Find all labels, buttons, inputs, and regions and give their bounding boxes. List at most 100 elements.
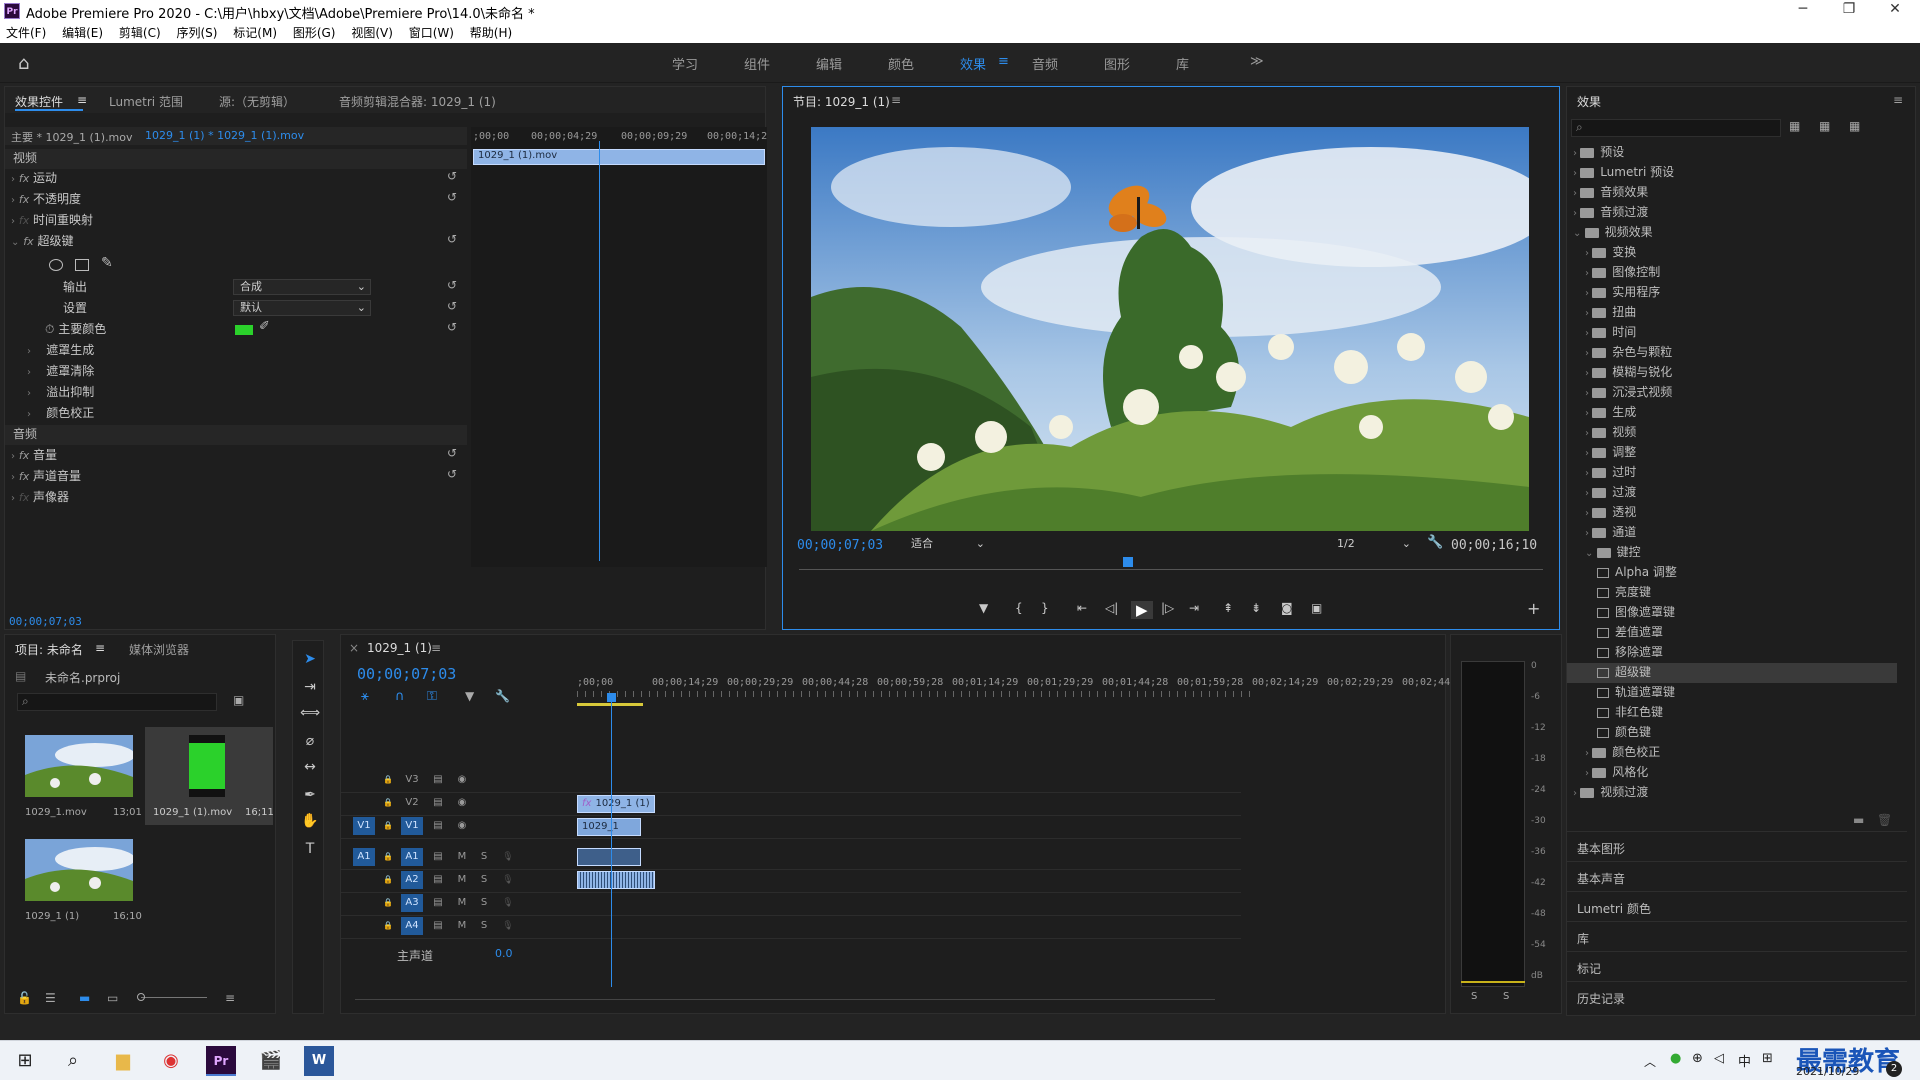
effects-folder[interactable]: › 通道: [1567, 523, 1897, 543]
reset-icon[interactable]: ↺: [447, 467, 457, 481]
track-visibility-eye-icon[interactable]: ◉: [451, 817, 473, 835]
effects-folder[interactable]: › 过时: [1567, 463, 1897, 483]
chevron-right-icon[interactable]: ›: [1585, 388, 1592, 399]
effect-volume[interactable]: › fx 音量: [5, 446, 57, 466]
reset-icon[interactable]: ↺: [447, 169, 457, 183]
effect-item[interactable]: 差值遮罩: [1567, 623, 1897, 643]
panel-menu-icon[interactable]: ≡: [77, 93, 87, 107]
timeline-clip-v1[interactable]: 1029_1: [577, 818, 641, 836]
word-icon[interactable]: W: [304, 1046, 334, 1076]
chevron-right-icon[interactable]: ›: [1573, 788, 1580, 799]
source-patch-v1[interactable]: V1: [353, 817, 375, 835]
effects-folder[interactable]: › 扭曲: [1567, 303, 1897, 323]
compare-icon[interactable]: ▣: [1311, 601, 1322, 615]
notification-badge[interactable]: 2: [1886, 1061, 1902, 1077]
effect-item[interactable]: 亮度键: [1567, 583, 1897, 603]
track-solo-button[interactable]: S: [473, 917, 495, 935]
menu-marker[interactable]: 标记(M): [227, 22, 283, 43]
lift-icon[interactable]: ⇞: [1223, 601, 1233, 615]
chevron-right-icon[interactable]: ›: [1585, 488, 1592, 499]
group-spill-suppression[interactable]: › 溢出抑制: [27, 383, 94, 403]
workspace-learn[interactable]: 学习: [672, 54, 698, 73]
effects-folder-keying[interactable]: ⌄ 键控: [1567, 543, 1897, 563]
program-title[interactable]: 节目: 1029_1 (1): [793, 93, 890, 110]
selection-tool-icon[interactable]: ➤: [299, 651, 321, 673]
program-video-frame[interactable]: [811, 127, 1529, 531]
effect-opacity[interactable]: › fx 不透明度: [5, 190, 81, 210]
workspace-effects[interactable]: 效果: [960, 54, 986, 73]
panel-lumetri-color[interactable]: Lumetri 颜色: [1567, 891, 1907, 921]
effect-item[interactable]: 图像遮罩键: [1567, 603, 1897, 623]
button-editor-plus-icon[interactable]: +: [1527, 599, 1540, 618]
workspace-editing[interactable]: 编辑: [816, 54, 842, 73]
panel-essential-sound[interactable]: 基本声音: [1567, 861, 1907, 891]
track-solo-button[interactable]: S: [473, 894, 495, 912]
chevron-down-icon[interactable]: ⌄: [1585, 548, 1597, 559]
chevron-right-icon[interactable]: ›: [1585, 348, 1592, 359]
effects-search-input[interactable]: ⌕: [1571, 119, 1781, 137]
tray-overflow-icon[interactable]: ︿: [1644, 1053, 1656, 1070]
track-visibility-eye-icon[interactable]: ◉: [451, 794, 473, 812]
ellipse-mask-icon[interactable]: [49, 259, 63, 271]
chevron-right-icon[interactable]: ›: [1585, 288, 1592, 299]
chevron-right-icon[interactable]: ›: [1585, 268, 1592, 279]
sequence-clip-label[interactable]: 1029_1 (1) * 1029_1 (1).mov: [145, 129, 304, 142]
play-icon[interactable]: ▶: [1131, 601, 1153, 619]
workspace-audio[interactable]: 音频: [1032, 54, 1058, 73]
hand-tool-icon[interactable]: ✋: [299, 813, 321, 835]
master-track-volume[interactable]: 0.0: [495, 947, 513, 960]
track-mute-button[interactable]: M: [451, 894, 473, 912]
effects-title[interactable]: 效果: [1577, 93, 1601, 110]
workspace-overflow-icon[interactable]: ≫: [1250, 54, 1264, 69]
effect-item[interactable]: 颜色键: [1567, 723, 1897, 743]
chevron-right-icon[interactable]: ›: [1573, 188, 1580, 199]
freeform-view-icon[interactable]: ▭: [107, 991, 118, 1005]
pen-mask-icon[interactable]: ✎: [101, 255, 113, 271]
search-icon[interactable]: ⌕: [58, 1046, 88, 1076]
voiceover-mic-icon[interactable]: 🎙: [497, 871, 519, 889]
effects-folder[interactable]: › Lumetri 预设: [1567, 163, 1897, 183]
track-mute-button[interactable]: M: [451, 848, 473, 866]
track-target-v3[interactable]: V3: [401, 771, 423, 789]
effect-ultra-key[interactable]: ⌄ fx 超级键: [5, 232, 73, 252]
track-lock-icon[interactable]: 🔒: [377, 848, 399, 866]
sync-lock-icon[interactable]: ▤: [427, 794, 449, 812]
track-mute-button[interactable]: M: [451, 917, 473, 935]
chevron-right-icon[interactable]: ›: [1585, 408, 1592, 419]
effects-folder[interactable]: › 杂色与颗粒: [1567, 343, 1897, 363]
track-target-a1[interactable]: A1: [401, 848, 423, 866]
effect-time-remap[interactable]: › fx 时间重映射: [5, 211, 93, 231]
effects-folder[interactable]: › 风格化: [1567, 763, 1897, 783]
sync-lock-icon[interactable]: ▤: [427, 848, 449, 866]
chevron-right-icon[interactable]: ›: [1585, 528, 1592, 539]
effects-folder[interactable]: › 预设: [1567, 143, 1897, 163]
export-frame-icon[interactable]: ◙: [1281, 601, 1293, 615]
accelerated-effects-icon[interactable]: ▦: [1789, 119, 1800, 133]
track-lock-icon[interactable]: 🔒: [377, 894, 399, 912]
source-patch-a1[interactable]: A1: [353, 848, 375, 866]
menu-graphics[interactable]: 图形(G): [287, 22, 342, 43]
file-explorer-icon[interactable]: ▆: [108, 1046, 138, 1076]
effects-folder[interactable]: › 实用程序: [1567, 283, 1897, 303]
effects-folder[interactable]: › 沉浸式视频: [1567, 383, 1897, 403]
input-language[interactable]: 中: [1738, 1051, 1751, 1070]
menu-sequence[interactable]: 序列(S): [170, 22, 223, 43]
timeline-ruler[interactable]: ;00;00 00;00;14;29 00;00;29;29 00;00;44;28 0…: [577, 677, 1456, 697]
track-solo-button[interactable]: S: [473, 871, 495, 889]
eyedropper-icon[interactable]: ✐: [259, 319, 270, 334]
32bit-effects-icon[interactable]: ▦: [1819, 119, 1830, 133]
effects-folder[interactable]: › 调整: [1567, 443, 1897, 463]
tab-timeline[interactable]: 1029_1 (1): [367, 641, 432, 655]
group-color-correction[interactable]: › 颜色校正: [27, 404, 94, 424]
razor-tool-icon[interactable]: ⌀: [299, 733, 321, 755]
new-bin-icon[interactable]: ▬: [1853, 813, 1864, 827]
effect-motion[interactable]: › fx 运动: [5, 169, 57, 189]
chevron-right-icon[interactable]: ›: [1585, 448, 1592, 459]
in-icon[interactable]: {: [1015, 601, 1023, 615]
quality-dropdown[interactable]: 1/2 ⌄: [1331, 537, 1411, 553]
effect-item[interactable]: 移除遮罩: [1567, 643, 1897, 663]
program-menu-icon[interactable]: ≡: [891, 93, 901, 107]
home-icon[interactable]: ⌂: [18, 53, 29, 74]
out-icon[interactable]: }: [1041, 601, 1049, 615]
nest-icon[interactable]: ⚹: [361, 689, 369, 704]
